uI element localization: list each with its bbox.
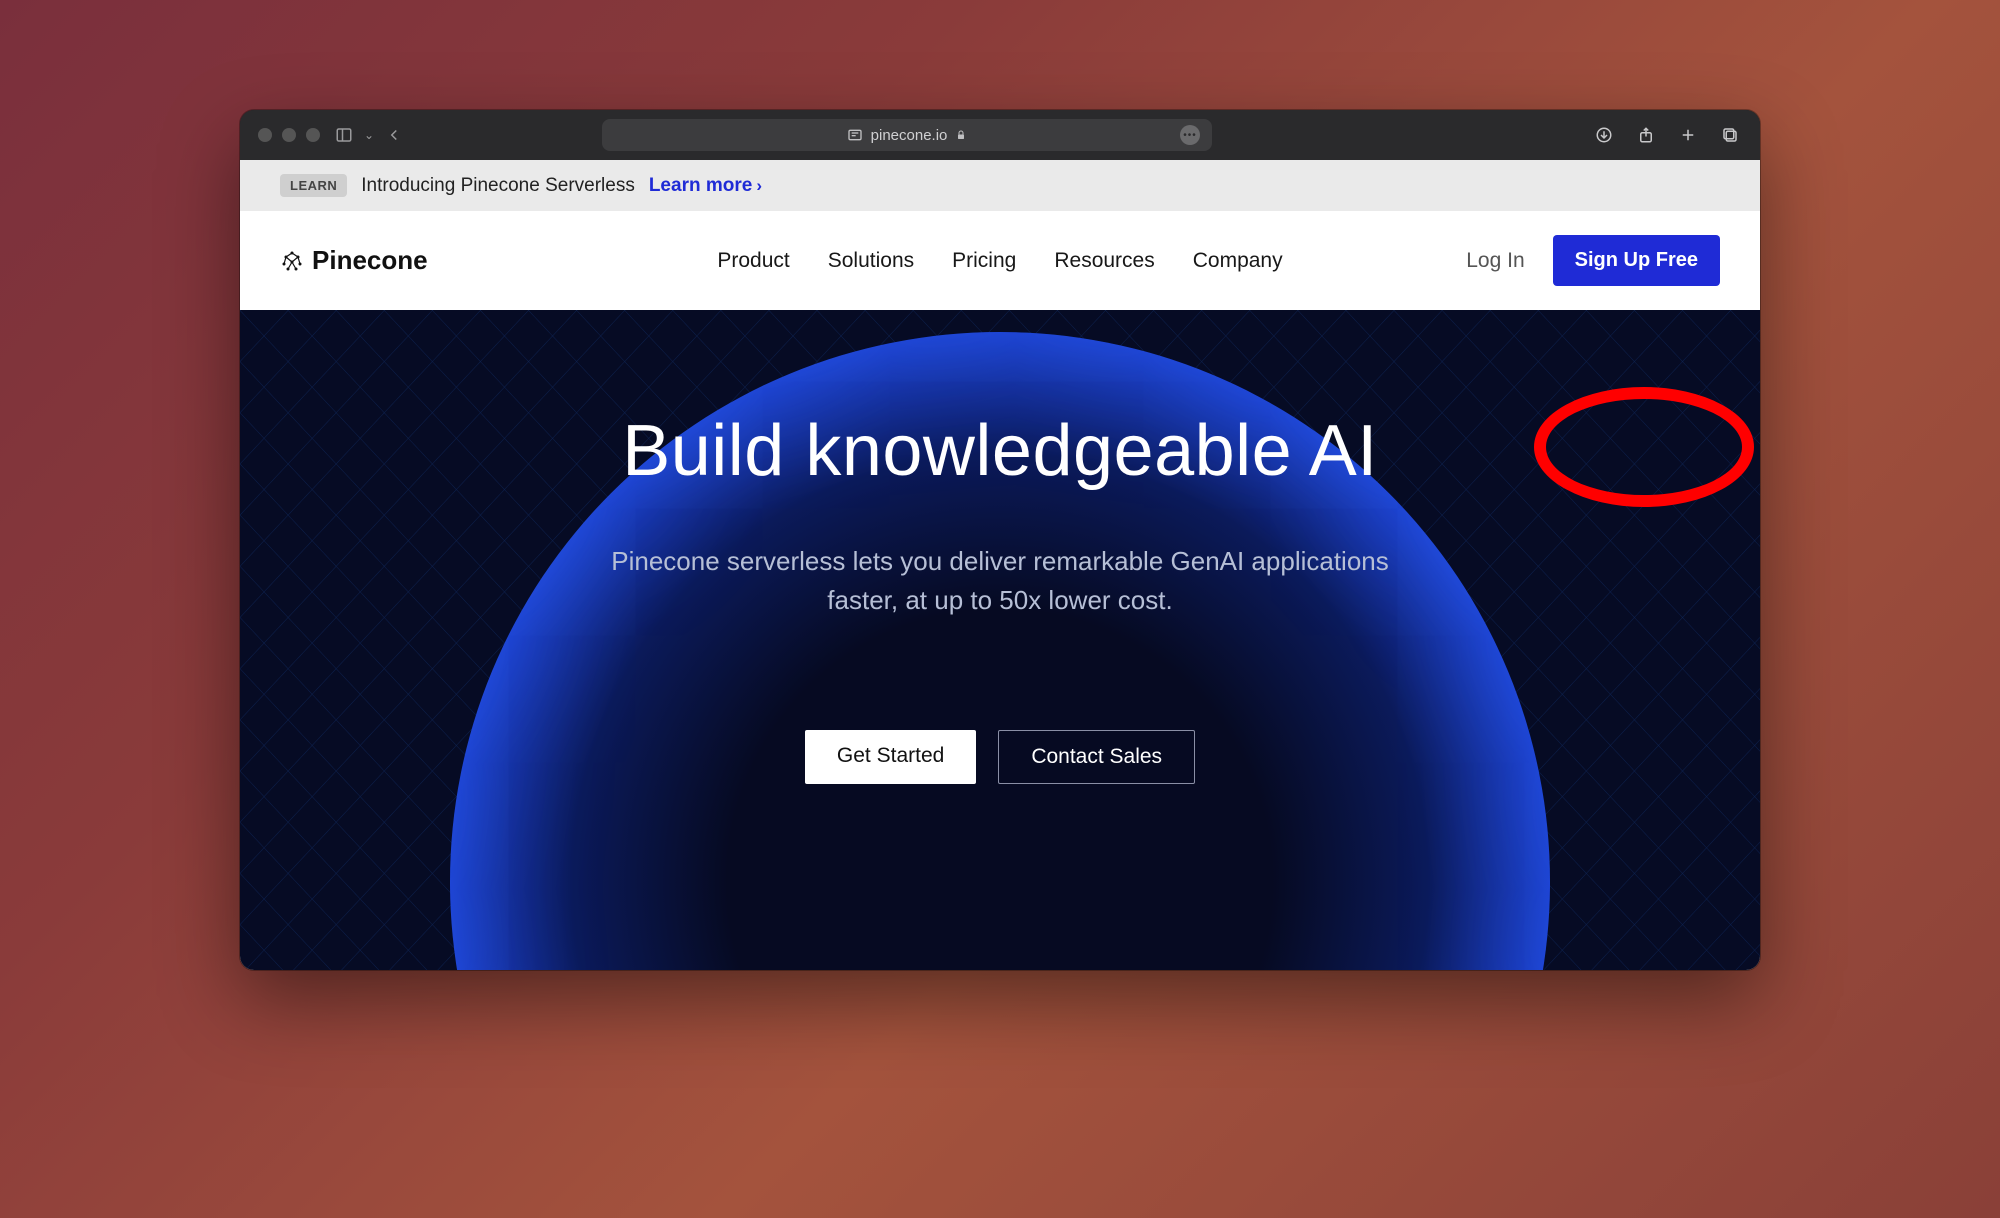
minimize-window-icon[interactable] [282,128,296,142]
lock-icon [955,129,967,141]
back-icon[interactable] [382,124,406,146]
main-nav: Pinecone Product Solutions Pricing Resou… [240,211,1760,310]
signup-button[interactable]: Sign Up Free [1553,235,1720,286]
url-bar[interactable]: pinecone.io ••• [602,119,1212,151]
contact-sales-button[interactable]: Contact Sales [998,730,1195,784]
pinecone-logo-icon [280,249,304,273]
new-tab-icon[interactable] [1676,124,1700,146]
page-viewport: LEARN Introducing Pinecone Serverless Le… [240,160,1760,970]
chevron-right-icon: › [756,176,762,196]
url-text: pinecone.io [871,127,948,144]
get-started-button[interactable]: Get Started [805,730,976,784]
site-settings-icon [847,127,863,143]
hero-title: Build knowledgeable AI [622,410,1378,492]
nav-resources[interactable]: Resources [1054,249,1154,273]
browser-toolbar: ⌄ pinecone.io ••• [240,110,1760,160]
chevron-down-icon[interactable]: ⌄ [364,128,374,142]
pinecone-logo[interactable]: Pinecone [280,245,428,276]
login-link[interactable]: Log In [1466,249,1524,273]
announcement-text: Introducing Pinecone Serverless [361,175,635,197]
nav-solutions[interactable]: Solutions [828,249,914,273]
brand-name: Pinecone [312,245,428,276]
tabs-icon[interactable] [1718,124,1742,146]
nav-product[interactable]: Product [717,249,789,273]
hero-subtitle: Pinecone serverless lets you deliver rem… [610,542,1390,620]
learn-more-label: Learn more [649,175,752,197]
announcement-bar: LEARN Introducing Pinecone Serverless Le… [240,160,1760,211]
maximize-window-icon[interactable] [306,128,320,142]
share-icon[interactable] [1634,124,1658,146]
nav-links: Product Solutions Pricing Resources Comp… [717,249,1282,273]
sidebar-icon[interactable] [332,124,356,146]
downloads-icon[interactable] [1592,124,1616,146]
hero-background [240,310,1760,970]
browser-window: ⌄ pinecone.io ••• LEARN Introducing Pine… [240,110,1760,970]
nav-pricing[interactable]: Pricing [952,249,1016,273]
reader-icon[interactable]: ••• [1180,125,1200,145]
nav-company[interactable]: Company [1193,249,1283,273]
hero-section: Build knowledgeable AI Pinecone serverle… [240,310,1760,970]
hero-cta-row: Get Started Contact Sales [805,730,1195,784]
learn-more-link[interactable]: Learn more › [649,175,762,197]
close-window-icon[interactable] [258,128,272,142]
learn-badge: LEARN [280,174,347,197]
traffic-lights [258,128,320,142]
